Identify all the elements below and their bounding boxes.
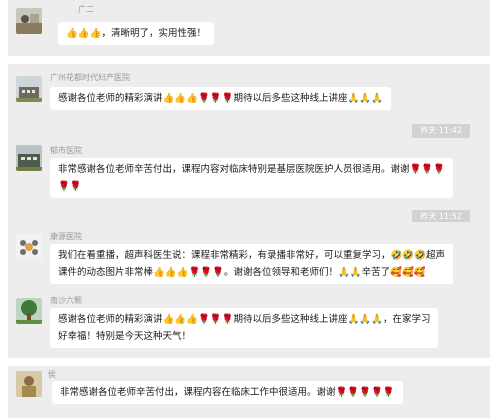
message-text: 🌹🌹 bbox=[58, 181, 82, 192]
message-text: 非常感谢各位老师辛苦付出，课程内容对临床特别是基层医院医护人员很适用。谢谢🌹🌹🌹 bbox=[58, 164, 445, 175]
sender-name: 侯 bbox=[48, 370, 56, 379]
message-bubble[interactable]: 感谢各位老师的精彩演讲👍👍👍🌹🌹🌹期待以后多些这种线上讲座🙏🙏🙏 bbox=[50, 87, 391, 110]
message-block: 康源医院 我们在看重播，超声科医生说：课程非常精彩，有录播非常好，可以重复学习，… bbox=[8, 222, 490, 288]
building-avatar-icon[interactable] bbox=[16, 145, 42, 171]
message-text: 非常感谢各位老师辛苦付出，课程内容在临床工作中很适用。谢谢🌹🌹🌹🌹🌹 bbox=[60, 387, 395, 398]
message-text: 课件的动态图片非常棒👍👍👍🌹🌹🌹。谢谢各位领导和老师们！🙏🙏辛苦了🥰🥰🥰 bbox=[58, 267, 426, 278]
message-text: 感谢各位老师的精彩演讲👍👍👍🌹🌹🌹期待以后多些这种线上讲座🙏🙏🙏 bbox=[58, 93, 383, 104]
message-text: 好幸福！特别是今天这种天气！ bbox=[58, 331, 192, 342]
sender-name: 南沙六颗 bbox=[50, 296, 82, 305]
flower-avatar-icon[interactable] bbox=[16, 234, 42, 260]
message-block: 侯 非常感谢各位老师辛苦付出，课程内容在临床工作中很适用。谢谢🌹🌹🌹🌹🌹 bbox=[8, 366, 490, 418]
sender-name: 广二 bbox=[78, 5, 94, 14]
timestamp: 昨天 11:42 bbox=[412, 124, 470, 138]
message-bubble[interactable]: 非常感谢各位老师辛苦付出，课程内容对临床特别是基层医院医护人员很适用。谢谢🌹🌹🌹… bbox=[50, 158, 453, 198]
message-block: 广二 👍👍👍，清晰明了，实用性强！ bbox=[8, 0, 490, 56]
sender-name: 郁市医院 bbox=[50, 146, 82, 155]
message-block: 郁市医院 非常感谢各位老师辛苦付出，课程内容对临床特别是基层医院医护人员很适用。… bbox=[8, 142, 490, 224]
sender-name: 康源医院 bbox=[50, 232, 82, 241]
message-text: 我们在看重播，超声科医生说：课程非常精彩，有录播非常好，可以重复学习，🤣🤣🤣超声 bbox=[58, 250, 445, 261]
photo-avatar-icon[interactable] bbox=[16, 371, 42, 397]
landscape-avatar-icon[interactable] bbox=[16, 8, 42, 34]
message-text: 感谢各位老师的精彩演讲👍👍👍🌹🌹🌹期待以后多些这种线上讲座🙏🙏🙏，在家学习 bbox=[58, 314, 431, 325]
building-avatar-icon[interactable] bbox=[16, 76, 42, 102]
message-bubble[interactable]: 我们在看重播，超声科医生说：课程非常精彩，有录播非常好，可以重复学习，🤣🤣🤣超声… bbox=[50, 244, 453, 284]
message-bubble[interactable]: 👍👍👍，清晰明了，实用性强！ bbox=[58, 22, 214, 45]
message-text: 👍👍👍，清晰明了，实用性强！ bbox=[66, 28, 206, 39]
tree-avatar-icon[interactable] bbox=[16, 298, 42, 324]
message-block: 广州花都时代妇产医院 感谢各位老师的精彩演讲👍👍👍🌹🌹🌹期待以后多些这种线上讲座… bbox=[8, 64, 490, 142]
sender-name: 广州花都时代妇产医院 bbox=[50, 73, 130, 82]
message-bubble[interactable]: 非常感谢各位老师辛苦付出，课程内容在临床工作中很适用。谢谢🌹🌹🌹🌹🌹 bbox=[52, 381, 403, 404]
message-bubble[interactable]: 感谢各位老师的精彩演讲👍👍👍🌹🌹🌹期待以后多些这种线上讲座🙏🙏🙏，在家学习 好幸… bbox=[50, 308, 439, 348]
message-block: 南沙六颗 感谢各位老师的精彩演讲👍👍👍🌹🌹🌹期待以后多些这种线上讲座🙏🙏🙏，在家… bbox=[8, 288, 490, 358]
